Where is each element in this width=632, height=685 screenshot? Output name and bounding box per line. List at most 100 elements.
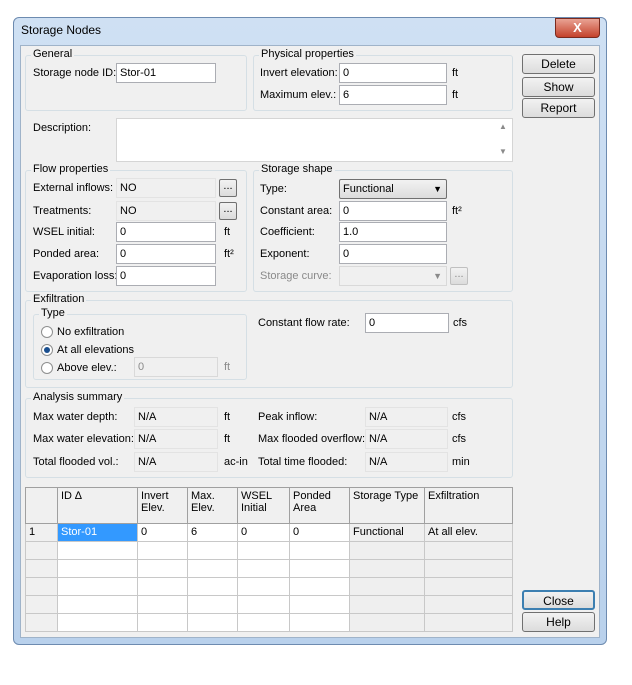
total-time-flooded-label: Total time flooded: (258, 456, 348, 468)
invert-unit: ft (452, 67, 459, 79)
header-exfiltration[interactable]: Exfiltration (424, 487, 513, 524)
description-textarea[interactable] (116, 118, 513, 162)
empty-cell[interactable] (57, 595, 138, 614)
constant-area-input[interactable]: 0 (339, 201, 447, 221)
empty-cell[interactable] (289, 613, 350, 632)
close-button[interactable]: Close (522, 590, 595, 610)
cell-invert-elev[interactable]: 0 (137, 523, 188, 542)
close-window-button[interactable]: X (555, 18, 600, 38)
no-exfiltration-radio[interactable] (41, 326, 53, 338)
header-ponded-area[interactable]: Ponded Area (289, 487, 350, 524)
all-elevations-radio[interactable] (41, 344, 53, 356)
empty-cell (349, 577, 425, 596)
cell-max-elev[interactable]: 6 (187, 523, 238, 542)
invert-elevation-input[interactable]: 0 (339, 63, 447, 83)
empty-cell[interactable] (137, 577, 188, 596)
empty-cell[interactable] (289, 559, 350, 578)
empty-cell[interactable] (289, 541, 350, 560)
evaporation-loss-input[interactable]: 0 (116, 266, 216, 286)
empty-table-row[interactable] (25, 559, 513, 578)
wsel-unit: ft (224, 226, 231, 238)
scroll-down-icon[interactable]: ▼ (499, 147, 507, 156)
empty-table-row[interactable] (25, 577, 513, 596)
empty-cell (25, 559, 58, 578)
empty-table-row[interactable] (25, 595, 513, 614)
exponent-input[interactable]: 0 (339, 244, 447, 264)
all-elevations-label[interactable]: At all elevations (57, 344, 134, 356)
max-water-depth-unit: ft (224, 411, 231, 423)
treatments-edit-button[interactable]: ... (219, 202, 237, 220)
maximum-elev-input[interactable]: 6 (339, 85, 447, 105)
header-max-elev[interactable]: Max. Elev. (187, 487, 238, 524)
cell-wsel-initial[interactable]: 0 (237, 523, 290, 542)
empty-cell[interactable] (57, 577, 138, 596)
physical-legend: Physical properties (259, 48, 356, 60)
cell-ponded-area[interactable]: 0 (289, 523, 350, 542)
empty-cell[interactable] (57, 559, 138, 578)
max-flooded-overflow-label: Max flooded overflow: (258, 433, 365, 445)
table-row[interactable]: 1 Stor-01 0 6 0 0 Functional At all elev… (25, 523, 513, 542)
show-button[interactable]: Show (522, 77, 595, 97)
empty-cell (349, 559, 425, 578)
empty-cell[interactable] (187, 595, 238, 614)
empty-cell[interactable] (187, 541, 238, 560)
above-elev-input: 0 (134, 357, 218, 377)
empty-table-row[interactable] (25, 613, 513, 632)
empty-cell[interactable] (187, 559, 238, 578)
empty-cell (424, 595, 513, 614)
ponded-area-input[interactable]: 0 (116, 244, 216, 264)
help-button[interactable]: Help (522, 612, 595, 632)
storage-nodes-grid[interactable]: ID ∆ Invert Elev. Max. Elev. WSEL Initia… (25, 487, 513, 632)
empty-cell[interactable] (237, 595, 290, 614)
cell-id[interactable]: Stor-01 (57, 523, 138, 542)
max-water-depth-label: Max water depth: (33, 411, 118, 423)
above-elev-label[interactable]: Above elev.: (57, 362, 117, 374)
constant-area-label: Constant area: (260, 205, 333, 217)
empty-cell (424, 577, 513, 596)
constant-flow-rate-input[interactable]: 0 (365, 313, 449, 333)
empty-cell[interactable] (187, 577, 238, 596)
report-button[interactable]: Report (522, 98, 595, 118)
empty-cell[interactable] (57, 613, 138, 632)
empty-cell[interactable] (57, 541, 138, 560)
total-flooded-vol-unit: ac-in (224, 456, 248, 468)
empty-cell[interactable] (137, 559, 188, 578)
max-water-elevation-unit: ft (224, 433, 231, 445)
header-invert-elev[interactable]: Invert Elev. (137, 487, 188, 524)
empty-cell[interactable] (237, 613, 290, 632)
maximum-elev-label: Maximum elev.: (260, 89, 337, 101)
treatments-field: NO (116, 201, 216, 221)
empty-cell[interactable] (187, 613, 238, 632)
storage-node-id-input[interactable]: Stor-01 (116, 63, 216, 83)
empty-cell[interactable] (137, 613, 188, 632)
above-elev-radio[interactable] (41, 362, 53, 374)
coefficient-input[interactable]: 1.0 (339, 222, 447, 242)
peak-inflow-value: N/A (365, 407, 448, 427)
empty-cell (349, 595, 425, 614)
general-legend: General (31, 48, 75, 60)
exfiltration-legend: Exfiltration (31, 293, 87, 305)
max-flooded-overflow-value: N/A (365, 429, 448, 449)
wsel-initial-input[interactable]: 0 (116, 222, 216, 242)
empty-table-row[interactable] (25, 541, 513, 560)
description-label: Description: (33, 122, 92, 134)
empty-cell[interactable] (237, 559, 290, 578)
header-id[interactable]: ID ∆ (57, 487, 138, 524)
empty-cell[interactable] (289, 577, 350, 596)
scroll-up-icon[interactable]: ▲ (499, 122, 507, 131)
empty-cell[interactable] (237, 577, 290, 596)
header-wsel-initial[interactable]: WSEL Initial (237, 487, 290, 524)
exponent-label: Exponent: (260, 248, 310, 260)
empty-cell[interactable] (137, 595, 188, 614)
no-exfiltration-label[interactable]: No exfiltration (57, 326, 124, 338)
delete-button[interactable]: Delete (522, 54, 595, 74)
storage-type-value: Functional (343, 183, 394, 195)
external-inflows-edit-button[interactable]: ... (219, 179, 237, 197)
header-storage-type[interactable]: Storage Type (349, 487, 425, 524)
max-flooded-overflow-unit: cfs (452, 433, 467, 445)
storage-type-select[interactable]: Functional ▼ (339, 179, 447, 199)
empty-cell[interactable] (237, 541, 290, 560)
empty-cell[interactable] (137, 541, 188, 560)
empty-cell[interactable] (289, 595, 350, 614)
above-elev-unit: ft (224, 361, 231, 373)
